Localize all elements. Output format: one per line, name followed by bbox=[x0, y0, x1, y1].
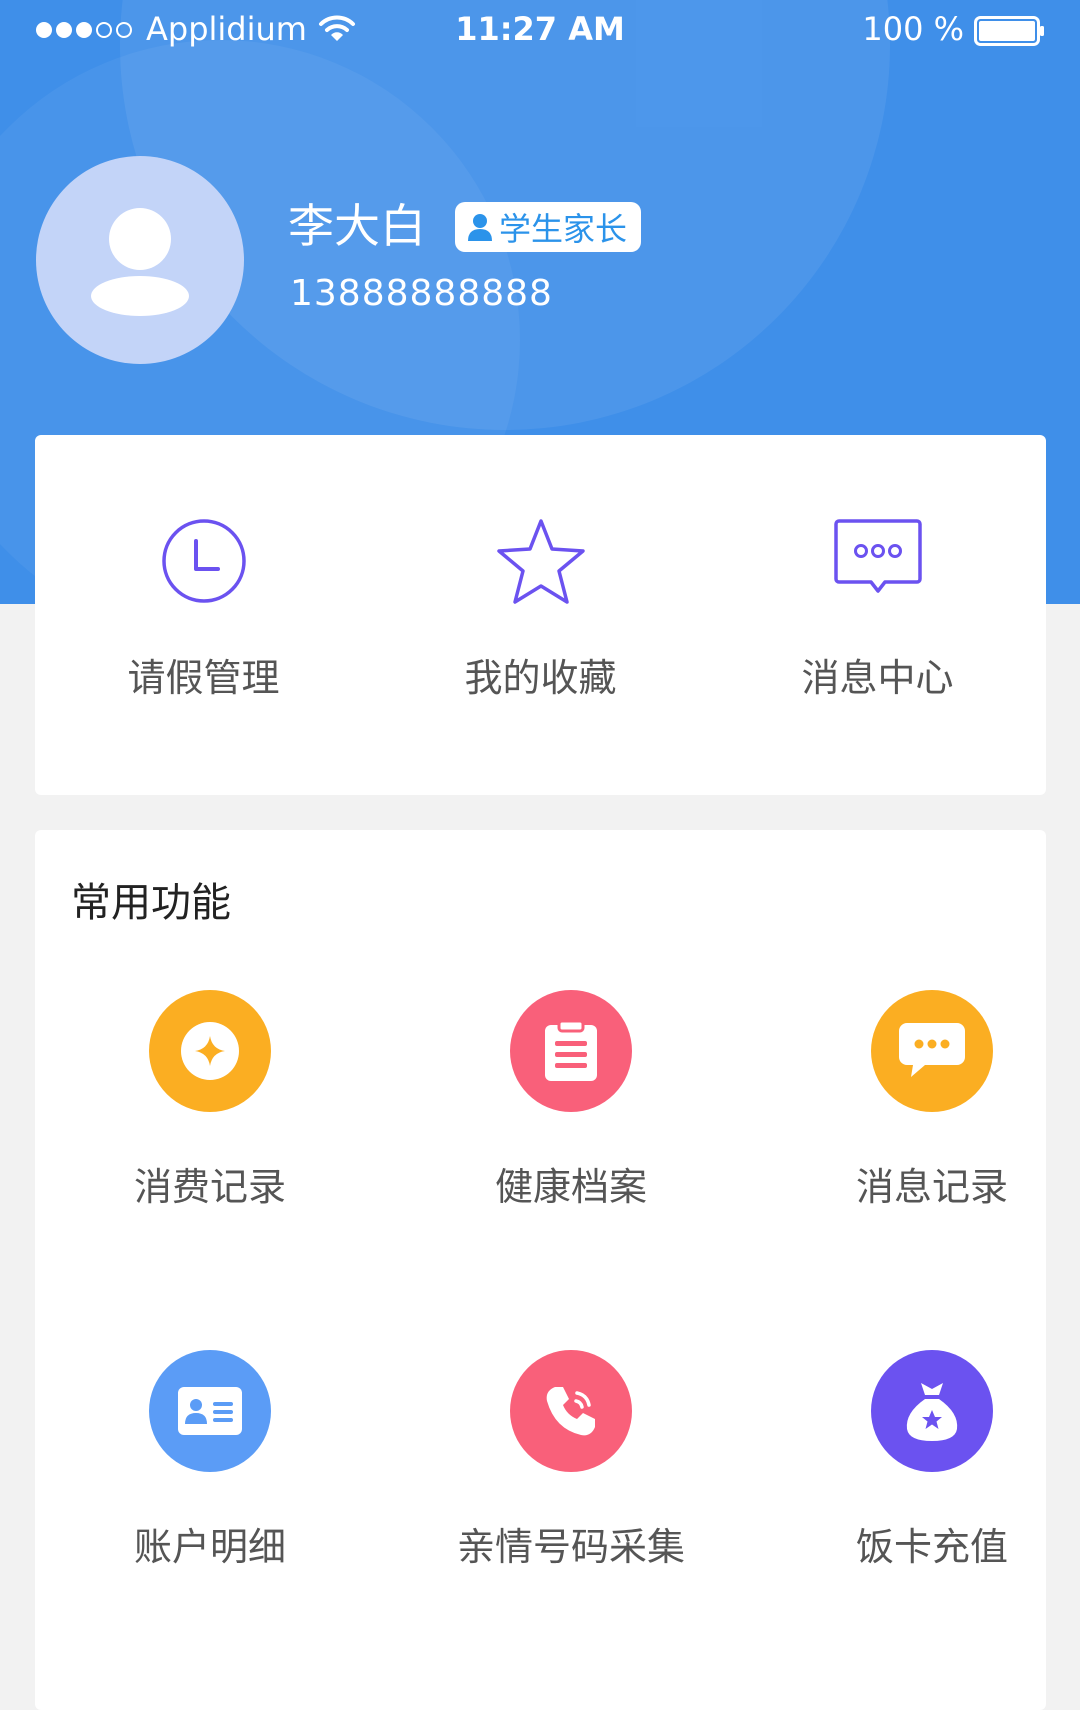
quick-action-leave[interactable]: 请假管理 bbox=[35, 435, 372, 795]
coin-icon bbox=[149, 990, 271, 1112]
clock-icon bbox=[161, 519, 246, 603]
function-label: 亲情号码采集 bbox=[456, 1525, 685, 1569]
user-phone: 13888888888 bbox=[290, 273, 553, 314]
quick-action-label: 我的收藏 bbox=[464, 656, 617, 700]
role-label: 学生家长 bbox=[499, 210, 628, 248]
function-health-records[interactable]: 健康档案 bbox=[401, 990, 741, 1290]
function-label: 消息记录 bbox=[855, 1165, 1008, 1209]
avatar[interactable] bbox=[36, 156, 244, 364]
quick-action-favorites[interactable]: 我的收藏 bbox=[372, 435, 709, 795]
user-name: 李大白 bbox=[288, 199, 426, 253]
message-bubble-icon bbox=[833, 519, 922, 593]
function-label: 健康档案 bbox=[494, 1165, 647, 1209]
user-icon bbox=[468, 214, 492, 241]
function-label: 消费记录 bbox=[133, 1165, 286, 1209]
function-consumption-records[interactable]: 消费记录 bbox=[40, 990, 380, 1290]
function-account-details[interactable]: 账户明细 bbox=[40, 1350, 380, 1650]
clipboard-icon bbox=[510, 990, 632, 1112]
function-label: 饭卡充值 bbox=[855, 1525, 1008, 1569]
phone-icon bbox=[510, 1350, 632, 1472]
section-title: 常用功能 bbox=[71, 880, 231, 926]
status-bar: Applidium 11:27 AM 100 % bbox=[0, 0, 1080, 64]
role-badge: 学生家长 bbox=[455, 202, 642, 252]
battery-percent: 100 % bbox=[862, 10, 964, 48]
quick-action-label: 请假管理 bbox=[127, 656, 280, 700]
star-icon bbox=[496, 519, 585, 604]
function-family-number-collection[interactable]: 亲情号码采集 bbox=[401, 1350, 741, 1650]
quick-action-messages[interactable]: 消息中心 bbox=[709, 435, 1046, 795]
id-card-icon bbox=[149, 1350, 271, 1472]
function-label: 账户明细 bbox=[133, 1525, 286, 1569]
function-meal-card-recharge[interactable]: 饭卡充值 bbox=[762, 1350, 1080, 1650]
function-message-records[interactable]: 消息记录 bbox=[762, 990, 1080, 1290]
common-functions-card: 常用功能 消费记录 健康档案 消息记录 账户明细 亲情号码采集 饭卡充值 bbox=[35, 830, 1046, 1710]
quick-action-label: 消息中心 bbox=[801, 656, 954, 700]
quick-actions-card: 请假管理 我的收藏 消息中心 bbox=[35, 435, 1046, 795]
chat-bubble-icon bbox=[871, 990, 993, 1112]
money-bag-icon bbox=[871, 1350, 993, 1472]
battery-icon bbox=[974, 16, 1044, 46]
